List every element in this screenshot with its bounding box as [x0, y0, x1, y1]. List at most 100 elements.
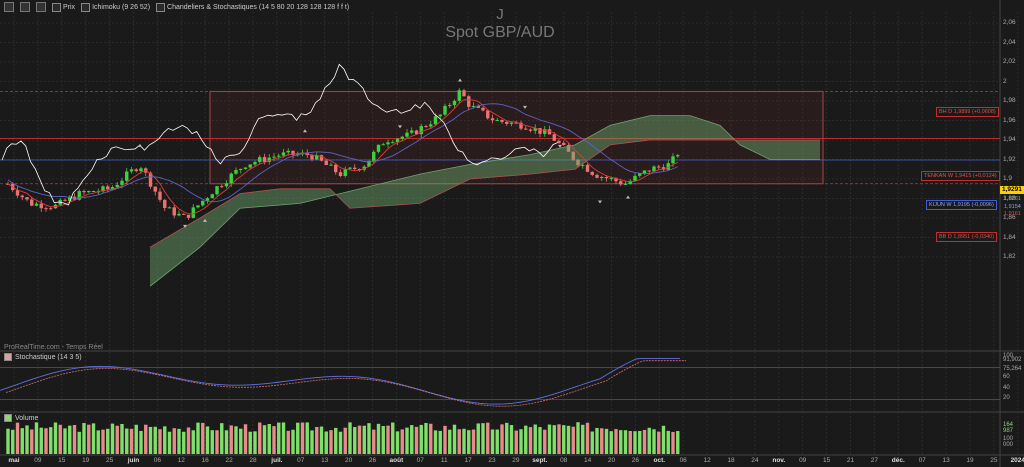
volume-bar: [657, 431, 661, 454]
signal-arrow-icon: [138, 143, 142, 147]
time-axis-tick: 08: [560, 457, 568, 464]
candle: [201, 200, 205, 206]
volume-bar: [53, 422, 58, 454]
candle: [125, 171, 129, 181]
volume-bar: [557, 424, 561, 454]
candle: [433, 116, 438, 125]
price-axis-tick: 2,06: [1003, 19, 1016, 26]
volume-bar: [30, 429, 34, 454]
signal-arrow-icon: [626, 195, 630, 199]
time-axis-tick: 12: [177, 457, 185, 464]
level-label-1: 1,9261: [1004, 196, 1021, 202]
candle: [25, 197, 29, 200]
chart-letter: J: [496, 6, 504, 23]
candle: [258, 157, 262, 163]
candle: [262, 157, 267, 162]
volume-bar: [120, 423, 124, 454]
volume-bar: [509, 425, 514, 454]
volume-bar: [652, 429, 656, 454]
volume-bar: [604, 428, 609, 454]
price-chart-canvas[interactable]: [0, 0, 1024, 467]
volume-bar: [386, 425, 390, 454]
candle: [39, 203, 43, 209]
candle: [381, 144, 385, 146]
volume-bar: [433, 430, 438, 454]
price-axis-tick: 2,04: [1003, 38, 1016, 46]
volume-bar: [609, 431, 613, 454]
volume-bar: [438, 430, 442, 454]
volume-bar: [315, 427, 319, 454]
time-axis-tick: 19: [82, 457, 90, 464]
time-axis-tick: 20: [607, 457, 616, 464]
volume-bar: [405, 427, 409, 454]
volume-bar: [376, 423, 381, 454]
candle: [253, 162, 257, 165]
candle: [528, 129, 533, 131]
volume-bar: [481, 423, 485, 454]
candle: [538, 128, 542, 134]
volume-bar: [186, 427, 191, 454]
kijun-tag: KIJUN W 1,9195 (-0,0096): [926, 200, 997, 210]
level-label-3: 1,9161: [1004, 211, 1021, 217]
chart-window: Prix Ichimoku (9 26 52) Chandeliers & St…: [0, 0, 1024, 467]
candle: [633, 175, 637, 181]
volume-bar: [367, 423, 371, 454]
time-axis-tick: 12: [703, 457, 711, 464]
signal-arrow-icon: [598, 200, 602, 204]
stoch-axis-tick: 91,902: [1003, 357, 1022, 364]
volume-bar: [172, 428, 176, 454]
volume-axis-100k: 100 000: [1003, 436, 1014, 448]
volume-bar: [129, 428, 134, 454]
time-axis-tick: 13: [942, 457, 950, 464]
volume-bar: [676, 431, 680, 454]
candle: [243, 167, 248, 169]
candle: [457, 90, 461, 101]
volume-bar: [628, 431, 632, 454]
volume-bar: [414, 426, 419, 454]
candle: [638, 173, 642, 176]
candle: [405, 132, 409, 137]
time-axis-tick: sept.: [532, 457, 548, 464]
price-axis-tick: 1,94: [1003, 136, 1016, 143]
volume-bar: [286, 430, 290, 454]
volume-bar: [419, 424, 423, 454]
chart-title: Spot GBP/AUD: [445, 24, 555, 41]
volume-bar: [68, 425, 72, 454]
volume-bar: [671, 431, 675, 454]
volume-bar: [490, 429, 495, 454]
volume-bar: [500, 424, 504, 454]
volume-pane-label[interactable]: Volume: [4, 414, 38, 422]
candle: [595, 174, 599, 178]
candle: [63, 199, 67, 201]
volume-bar: [210, 430, 214, 454]
volume-bar: [633, 431, 637, 454]
time-axis-tick: 06: [153, 457, 162, 464]
volume-bar: [467, 430, 471, 454]
volume-bar: [63, 428, 67, 454]
volume-bar: [153, 426, 157, 454]
candle: [552, 134, 556, 141]
candle: [234, 169, 238, 174]
stoch-axis-tick: 40: [1003, 384, 1010, 391]
time-axis-tick: 24: [751, 457, 759, 464]
candle: [429, 124, 433, 127]
stochastic-swatch-icon: [4, 353, 12, 361]
volume-bar: [505, 422, 509, 454]
volume-bar: [305, 422, 309, 454]
time-axis-tick: 18: [727, 457, 735, 464]
time-axis-tick: 25: [105, 457, 114, 464]
candle: [400, 136, 404, 139]
time-axis-tick: 11: [440, 457, 448, 464]
time-axis-tick: 17: [464, 457, 472, 464]
volume-bar: [234, 426, 238, 454]
volume-bar: [638, 430, 642, 454]
candle: [248, 164, 252, 168]
stoch-k-line: [0, 358, 680, 405]
candle: [462, 90, 466, 97]
time-axis-tick: déc.: [891, 457, 905, 464]
stochastic-pane-label[interactable]: Stochastique (14 3 5): [4, 353, 82, 361]
volume-bar: [106, 428, 110, 454]
candle: [443, 105, 447, 115]
candle: [467, 96, 471, 107]
candle: [642, 170, 647, 174]
